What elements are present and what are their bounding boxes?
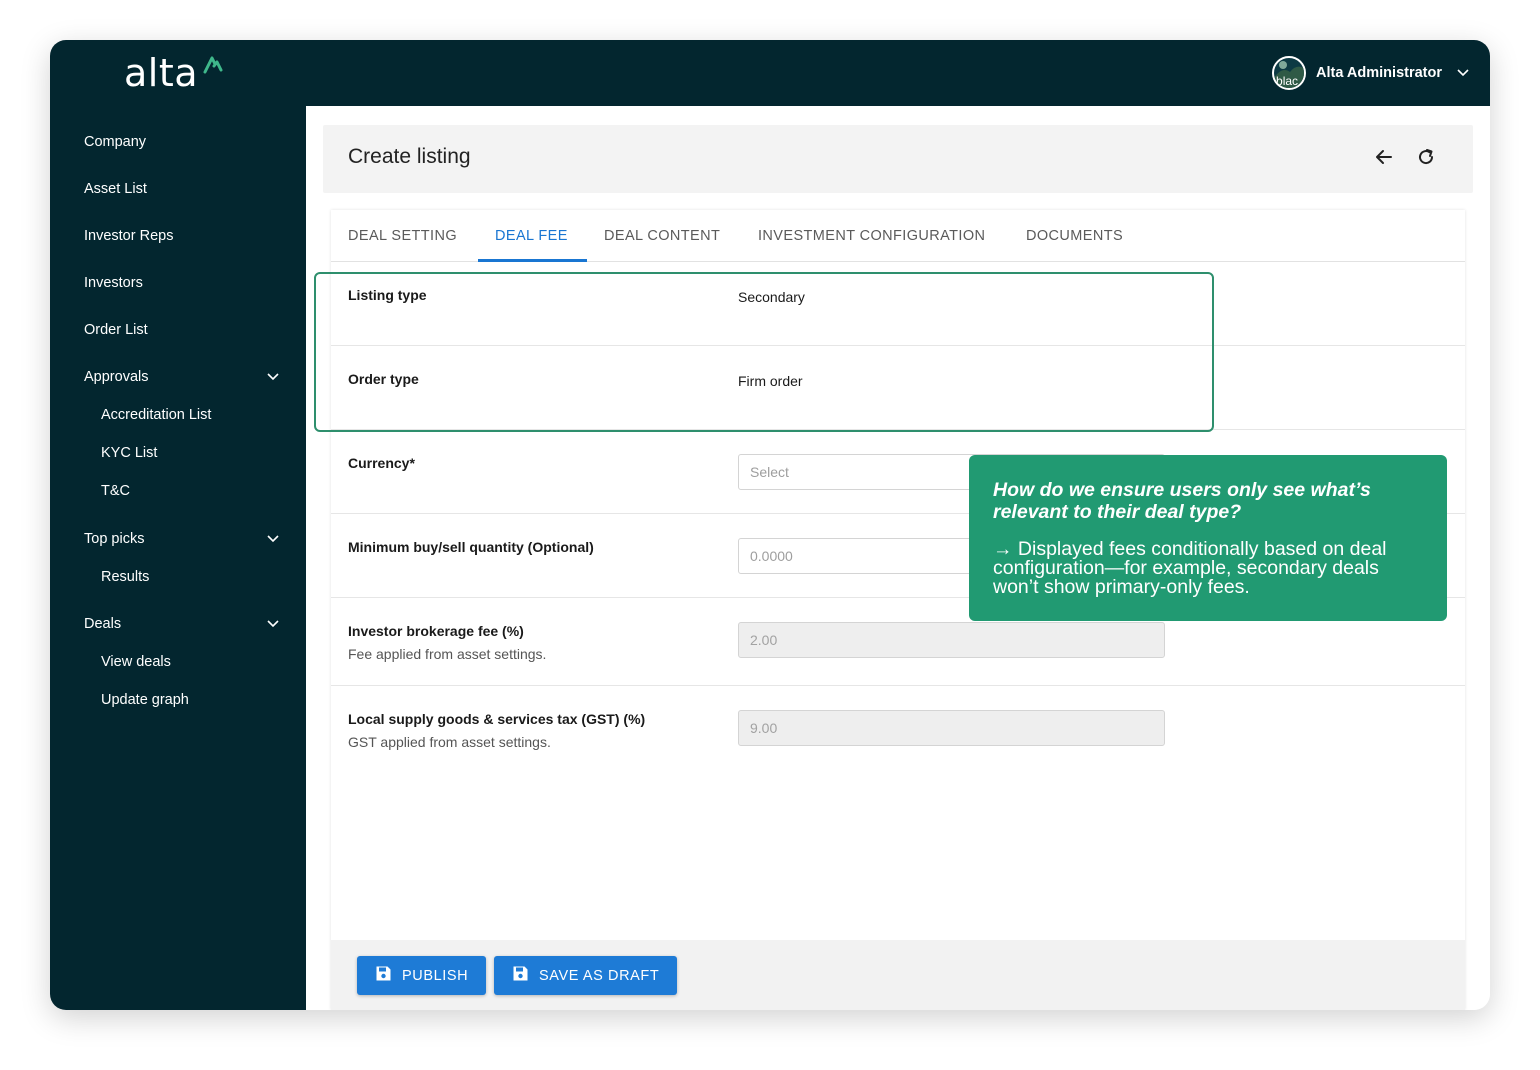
currency-label: Currency* (348, 455, 415, 471)
gst-input: 9.00 (738, 710, 1165, 746)
sidebar-item-label: Investor Reps (84, 228, 174, 244)
sidebar-item-label: Approvals (84, 369, 149, 385)
sidebar-item-investor-reps[interactable]: Investor Reps (84, 222, 280, 250)
publish-label: PUBLISH (402, 967, 469, 984)
sidebar-item-view-deals[interactable]: View deals (101, 648, 280, 676)
gst-label: Local supply goods & services tax (GST) … (348, 711, 646, 727)
sidebar-item-order-list[interactable]: Order List (84, 316, 280, 344)
order-type-value: Firm order (738, 373, 803, 389)
chevron-down-icon[interactable] (1456, 68, 1470, 78)
sidebar-item-label: Top picks (84, 531, 145, 547)
tab-bar: DEAL SETTING DEAL FEE DEAL CONTENT INVES… (331, 210, 1465, 262)
logo-text: alta (124, 51, 199, 95)
sidebar-item-label: Update graph (101, 692, 189, 708)
avatar[interactable]: blac (1272, 56, 1307, 90)
gst-row: Local supply goods & services tax (GST) … (331, 686, 1465, 774)
sidebar-item-accreditation-list[interactable]: Accreditation List (101, 401, 280, 429)
sidebar-item-label: View deals (101, 654, 171, 670)
sidebar-item-label: Investors (84, 275, 143, 291)
sidebar-item-deals[interactable]: Deals (84, 610, 280, 638)
brokerage-fee-input: 2.00 (738, 622, 1165, 658)
sidebar-item-top-picks[interactable]: Top picks (84, 525, 280, 553)
sidebar-item-update-graph[interactable]: Update graph (101, 686, 280, 714)
sidebar-item-label: Results (101, 569, 150, 585)
tab-documents[interactable]: DOCUMENTS (1026, 210, 1123, 262)
top-bar: alta blac Alta Administrator (50, 40, 1490, 106)
save-icon (512, 965, 539, 986)
listing-type-row: Listing type Secondary (331, 262, 1465, 346)
brokerage-fee-sublabel: Fee applied from asset settings. (348, 646, 547, 662)
sidebar-item-label: Asset List (84, 181, 147, 197)
sidebar-item-kyc-list[interactable]: KYC List (101, 439, 280, 467)
page-title: Create listing (348, 145, 471, 168)
sidebar-item-label: KYC List (101, 445, 158, 461)
listing-type-label: Listing type (348, 287, 427, 303)
arrow-left-icon (1374, 147, 1394, 172)
sidebar-item-label: Company (84, 134, 147, 150)
save-draft-label: SAVE AS DRAFT (539, 967, 660, 984)
sidebar-item-investors[interactable]: Investors (84, 269, 280, 297)
callout-question: How do we ensure users only see what’s r… (993, 479, 1371, 523)
callout-answer: → Displayed fees conditionally based on … (993, 538, 1387, 598)
logo-mark-icon (202, 54, 224, 81)
sidebar-item-label: T&C (101, 483, 130, 499)
sidebar-item-label: Accreditation List (101, 407, 212, 423)
order-type-row: Order type Firm order (331, 346, 1465, 430)
avatar-alt-text: blac (1276, 74, 1299, 88)
sidebar-item-label: Order List (84, 322, 148, 338)
chevron-down-icon[interactable] (266, 372, 280, 382)
chevron-down-icon[interactable] (266, 619, 280, 629)
save-icon (375, 965, 402, 986)
refresh-icon (1416, 147, 1436, 172)
sidebar-item-results[interactable]: Results (101, 563, 280, 591)
alta-logo[interactable]: alta (124, 50, 224, 96)
user-name: Alta Administrator (1316, 65, 1442, 81)
gst-sublabel: GST applied from asset settings. (348, 734, 551, 750)
form-footer: PUBLISH SAVE AS DRAFT (331, 940, 1465, 1010)
save-draft-button[interactable]: SAVE AS DRAFT (494, 956, 678, 995)
page-header: Create listing (323, 125, 1473, 193)
sidebar: Company Asset List Investor Reps Investo… (50, 106, 306, 1010)
sidebar-item-asset-list[interactable]: Asset List (84, 175, 280, 203)
sidebar-item-approvals[interactable]: Approvals (84, 363, 280, 391)
min-quantity-label: Minimum buy/sell quantity (Optional) (348, 539, 594, 555)
listing-type-value: Secondary (738, 289, 805, 305)
order-type-label: Order type (348, 371, 419, 387)
chevron-down-icon[interactable] (266, 534, 280, 544)
tab-deal-fee[interactable]: DEAL FEE (495, 210, 568, 262)
publish-button[interactable]: PUBLISH (357, 956, 487, 995)
annotation-callout: How do we ensure users only see what’s r… (969, 455, 1447, 621)
tab-deal-setting[interactable]: DEAL SETTING (348, 210, 457, 262)
brokerage-fee-label: Investor brokerage fee (%) (348, 623, 524, 639)
sidebar-item-tandc[interactable]: T&C (101, 477, 280, 505)
tab-deal-content[interactable]: DEAL CONTENT (604, 210, 720, 262)
sidebar-item-company[interactable]: Company (84, 128, 280, 156)
sidebar-item-label: Deals (84, 616, 122, 632)
back-button[interactable] (1370, 145, 1398, 173)
tab-investment-configuration[interactable]: INVESTMENT CONFIGURATION (758, 210, 985, 262)
refresh-button[interactable] (1412, 145, 1440, 173)
user-menu[interactable]: blac Alta Administrator (1272, 55, 1470, 91)
